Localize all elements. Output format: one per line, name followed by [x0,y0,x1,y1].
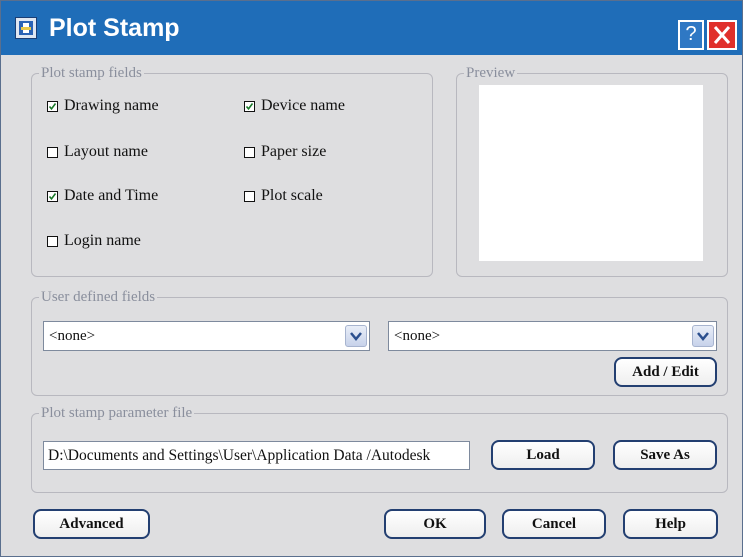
parameter-file-path-field[interactable]: D:\Documents and Settings\User\Applicati… [43,441,470,470]
checkbox-label: Drawing name [64,97,159,114]
checkbox-checked[interactable] [244,100,255,112]
load-button[interactable]: Load [491,440,595,470]
checkbox-unchecked[interactable] [47,146,58,158]
checkbox-device-name[interactable]: Device name [244,97,345,115]
chevron-down-icon[interactable] [345,325,367,347]
checkbox-plot-scale[interactable]: Plot scale [244,187,323,205]
ok-button[interactable]: OK [384,509,486,539]
checkbox-layout-name[interactable]: Layout name [47,143,148,161]
group-legend: Plot stamp parameter file [41,405,193,421]
close-icon[interactable] [707,20,737,50]
checkbox-date-and-time[interactable]: Date and Time [47,187,158,205]
select-value: <none> [394,328,441,344]
group-legend: User defined fields [41,289,156,305]
save-as-button[interactable]: Save As [613,440,717,470]
path-value: D:\Documents and Settings\User\Applicati… [48,447,431,464]
checkbox-label: Paper size [261,143,327,160]
user-field-select-2[interactable]: <none> [388,321,717,351]
checkbox-label: Date and Time [64,187,159,204]
select-value: <none> [49,328,96,344]
cancel-button[interactable]: Cancel [502,509,606,539]
checkbox-label: Device name [261,97,345,114]
title-bar[interactable]: Plot Stamp ? [1,1,742,55]
checkbox-label: Layout name [64,143,148,160]
dialog-title: Plot Stamp [49,14,180,42]
advanced-button[interactable]: Advanced [33,509,150,539]
plot-stamp-app-icon [15,17,37,39]
help-icon[interactable]: ? [678,20,704,50]
help-button[interactable]: Help [623,509,718,539]
checkbox-unchecked[interactable] [47,235,58,247]
group-legend: Preview [466,65,516,81]
checkbox-label: Login name [64,232,141,249]
checkbox-unchecked[interactable] [244,190,255,202]
checkbox-drawing-name[interactable]: Drawing name [47,97,159,115]
chevron-down-icon[interactable] [692,325,714,347]
checkbox-checked[interactable] [47,100,58,112]
plot-stamp-dialog: Plot Stamp ? Plot stamp fields Drawing n… [0,0,743,557]
user-field-select-1[interactable]: <none> [43,321,370,351]
add-edit-button[interactable]: Add / Edit [614,357,717,387]
preview-canvas [479,85,703,261]
checkbox-paper-size[interactable]: Paper size [244,143,326,161]
checkbox-unchecked[interactable] [244,146,255,158]
group-legend: Plot stamp fields [41,65,142,81]
checkbox-checked[interactable] [47,190,58,202]
checkbox-label: Plot scale [261,187,323,204]
checkbox-login-name[interactable]: Login name [47,232,141,250]
